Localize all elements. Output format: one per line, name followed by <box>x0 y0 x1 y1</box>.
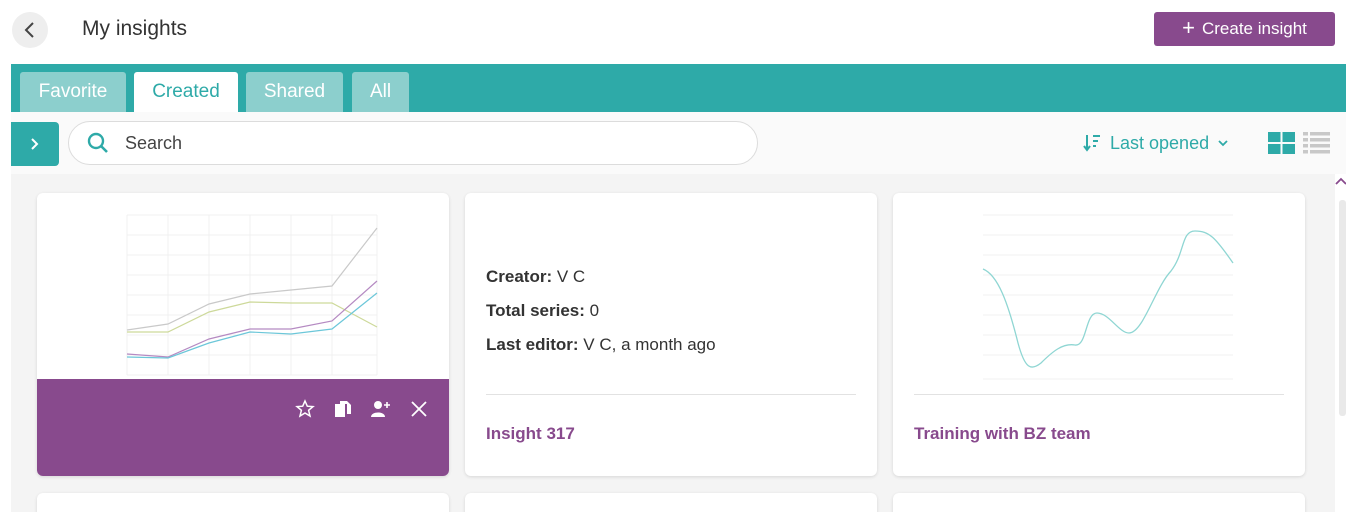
plus-icon: + <box>1182 15 1195 40</box>
top-bar: My insights + Create insight <box>0 0 1346 62</box>
list-view-icon[interactable] <box>1303 132 1330 154</box>
chart-thumbnail <box>982 214 1234 380</box>
insight-card[interactable] <box>37 493 449 512</box>
search-box <box>68 121 758 165</box>
expand-panel-button[interactable] <box>11 122 59 166</box>
close-icon[interactable] <box>407 397 431 421</box>
tab-favorite[interactable]: Favorite <box>20 72 126 112</box>
tab-bar: Favorite Created Shared All <box>11 64 1346 112</box>
insight-name[interactable]: Training with BZ team <box>914 424 1091 444</box>
share-user-icon[interactable] <box>369 397 393 421</box>
insight-card[interactable]: Creator: V C Total series: 0 Last editor… <box>465 193 877 476</box>
chevron-left-icon <box>24 22 34 38</box>
chevron-up-icon[interactable] <box>1335 176 1346 186</box>
scrollbar-thumb[interactable] <box>1339 200 1346 416</box>
sort-icon <box>1083 135 1100 152</box>
card-divider <box>486 394 856 395</box>
card-divider <box>914 394 1284 395</box>
card-actions <box>293 397 431 421</box>
card-hover-overlay <box>37 379 449 476</box>
creator-value: V C <box>556 267 586 286</box>
search-input[interactable] <box>125 132 685 154</box>
series-value: 0 <box>589 301 600 320</box>
creator-label: Creator: <box>486 267 553 286</box>
editor-value: V C, a month ago <box>583 335 716 354</box>
sort-dropdown[interactable]: Last opened <box>1082 129 1229 157</box>
tab-shared[interactable]: Shared <box>246 72 343 112</box>
insights-grid: Creator: V C Total series: 0 Last editor… <box>11 174 1335 512</box>
insight-card[interactable] <box>465 493 877 512</box>
toolbar: Last opened <box>11 112 1346 174</box>
create-insight-label: Create insight <box>1201 19 1307 38</box>
search-icon <box>87 132 108 153</box>
editor-label: Last editor: <box>486 335 579 354</box>
copy-icon[interactable] <box>331 397 355 421</box>
tab-all[interactable]: All <box>352 72 409 112</box>
insight-card[interactable]: Training with BZ team <box>893 193 1305 476</box>
page-title: My insights <box>82 17 188 40</box>
insight-name[interactable]: Insight 317 <box>486 424 575 444</box>
grid-view-icon[interactable] <box>1268 132 1295 154</box>
card-meta: Creator: V C Total series: 0 Last editor… <box>486 260 716 362</box>
chevron-right-icon <box>31 138 39 150</box>
create-insight-button[interactable]: + Create insight <box>1154 12 1335 46</box>
chart-thumbnail <box>126 214 378 376</box>
chevron-down-icon <box>1218 140 1228 147</box>
insight-card[interactable] <box>893 493 1305 512</box>
tab-created[interactable]: Created <box>134 72 238 112</box>
sort-label: Last opened <box>1110 132 1210 153</box>
insight-card[interactable] <box>37 193 449 476</box>
star-icon[interactable] <box>293 397 317 421</box>
back-button[interactable] <box>12 12 48 48</box>
series-label: Total series: <box>486 301 585 320</box>
